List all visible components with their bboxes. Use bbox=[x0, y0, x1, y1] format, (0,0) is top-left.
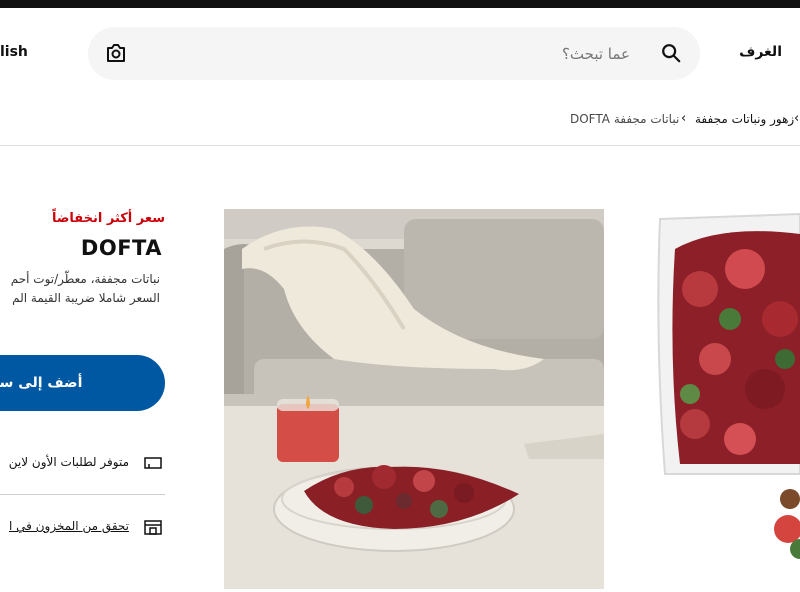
store-icon bbox=[144, 520, 162, 535]
top-bar bbox=[0, 0, 800, 8]
language-switch[interactable]: lish bbox=[0, 44, 28, 60]
store-stock-link[interactable]: تحقق من المخزون في ا bbox=[9, 519, 129, 533]
breadcrumb-chevron-icon: ‹ bbox=[681, 111, 687, 126]
product-description: نباتات مجففة، معطّر/توت أحم bbox=[10, 272, 160, 286]
search-icon[interactable] bbox=[660, 42, 682, 64]
breadcrumb-item-current: DOFTA نباتات مجففة bbox=[570, 112, 680, 126]
header-divider bbox=[0, 145, 800, 146]
product-photo-pack[interactable] bbox=[640, 209, 800, 589]
search-bar[interactable] bbox=[88, 27, 700, 80]
lowest-price-badge: سعر أكثر انخفاضاً bbox=[51, 211, 165, 226]
product-name: DOFTA bbox=[80, 236, 162, 260]
tax-note: السعر شاملا ضريبة القيمة الم bbox=[12, 291, 160, 305]
add-to-cart-button[interactable]: أضف إلى سلة التس bbox=[0, 355, 165, 411]
online-availability-text: متوفر لطلبات الأون لاين bbox=[8, 455, 129, 469]
breadcrumb-chevron-icon: ‹ bbox=[794, 111, 800, 126]
search-input[interactable] bbox=[148, 39, 632, 69]
breadcrumb-item-category[interactable]: زهور ونباتات مجففة bbox=[695, 112, 794, 126]
truck-icon bbox=[144, 457, 162, 469]
store-stock-row[interactable]: تحقق من المخزون في ا bbox=[0, 516, 165, 538]
camera-icon[interactable] bbox=[104, 41, 128, 65]
rooms-menu[interactable]: الغرف bbox=[739, 44, 782, 60]
online-availability-row: متوفر لطلبات الأون لاين bbox=[0, 452, 165, 474]
product-photo-lifestyle[interactable] bbox=[224, 209, 604, 589]
product-info-panel: سعر أكثر انخفاضاً DOFTA نباتات مجففة، مع… bbox=[0, 200, 165, 580]
availability-divider bbox=[0, 494, 165, 495]
